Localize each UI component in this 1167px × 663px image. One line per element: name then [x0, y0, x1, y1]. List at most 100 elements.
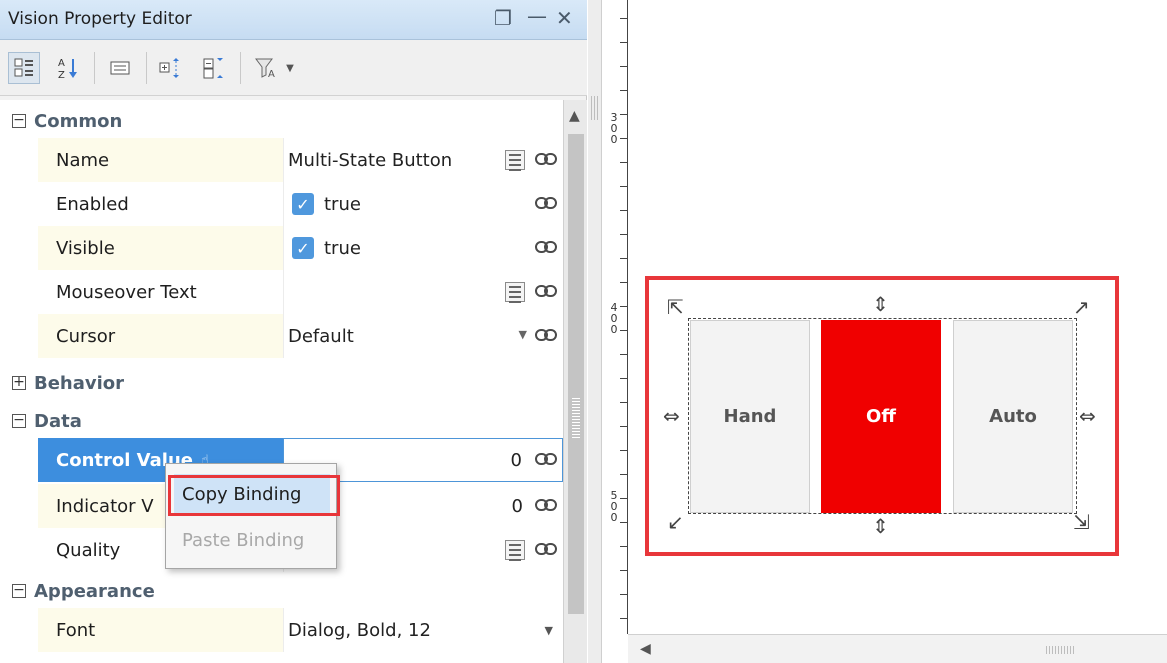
ruler-tick: [620, 210, 628, 211]
expand-all-button[interactable]: [154, 52, 186, 84]
binding-link-icon[interactable]: [535, 541, 557, 561]
resize-w-icon[interactable]: ⇔: [663, 406, 680, 426]
property-row-enabled[interactable]: Enabled ✓ true: [0, 182, 563, 226]
category-behavior[interactable]: + Behavior: [0, 364, 563, 402]
ruler-tick: [620, 258, 628, 259]
ruler-tick: [620, 450, 628, 451]
resize-nw-icon[interactable]: ⇱: [667, 297, 684, 317]
ruler-tick: [620, 522, 628, 523]
edit-text-icon[interactable]: [505, 150, 525, 171]
copy-binding-menu-item[interactable]: Copy Binding: [174, 474, 330, 514]
filter-icon: A: [255, 58, 275, 79]
collapse-icon[interactable]: −: [12, 113, 26, 128]
resize-s-icon[interactable]: ⇕: [872, 516, 889, 536]
category-data[interactable]: − Data: [0, 402, 563, 440]
scroll-left-icon[interactable]: ◀: [640, 641, 651, 657]
ruler-tick: [620, 330, 628, 331]
category-common[interactable]: − Common: [0, 102, 563, 140]
edit-text-icon[interactable]: [505, 540, 525, 561]
checkbox-checked-icon[interactable]: ✓: [292, 193, 314, 215]
splitter-grip[interactable]: [591, 96, 599, 120]
category-appearance[interactable]: − Appearance: [0, 572, 563, 610]
chevron-down-icon: ▼: [286, 62, 294, 74]
resize-e-icon[interactable]: ⇔: [1079, 406, 1096, 426]
binding-context-menu: Copy Binding Paste Binding: [165, 463, 337, 569]
chevron-down-icon[interactable]: ▼: [545, 624, 553, 637]
ruler-tick: [620, 234, 628, 235]
binding-link-icon[interactable]: [535, 497, 557, 517]
ruler-tick: [620, 90, 628, 91]
svg-text:A: A: [268, 69, 275, 79]
collapse-all-icon: [203, 58, 223, 79]
ruler-tick: [620, 18, 628, 19]
property-label: Name: [38, 138, 283, 182]
resize-sw-icon[interactable]: ↙: [667, 512, 684, 532]
svg-text:A: A: [58, 58, 65, 69]
ruler-tick: [620, 282, 628, 283]
categorized-view-button[interactable]: [8, 52, 40, 84]
property-list-icon: [110, 61, 130, 75]
binding-link-icon[interactable]: [535, 283, 557, 303]
resize-se-icon[interactable]: ⇲: [1073, 512, 1090, 532]
chevron-down-icon[interactable]: ▼: [519, 328, 527, 341]
scrollbar-thumb[interactable]: [568, 134, 584, 614]
ruler-tick: [620, 42, 628, 43]
vertical-ruler: 3 0 0 4 0 0 5 0 0: [602, 0, 628, 634]
font-select[interactable]: Dialog, Bold, 12: [283, 608, 563, 652]
collapse-icon[interactable]: −: [12, 413, 26, 428]
collapse-icon[interactable]: −: [12, 583, 26, 598]
ruler-tick: [620, 306, 628, 307]
minimize-icon[interactable]: —: [527, 4, 547, 28]
canvas-horizontal-scrollbar[interactable]: ◀: [628, 634, 1167, 663]
toolbar-separator: [240, 52, 241, 84]
property-row-cursor[interactable]: Cursor Default ▼: [0, 314, 563, 358]
ruler-tick: [620, 546, 628, 547]
close-icon[interactable]: ✕: [556, 6, 573, 30]
restore-icon[interactable]: ❐: [494, 6, 512, 30]
scrollbar-grip[interactable]: [1046, 646, 1076, 654]
property-value[interactable]: ✓ true: [283, 182, 563, 226]
property-row-font[interactable]: Font Dialog, Bold, 12 ▼: [0, 608, 563, 652]
ruler-tick: [620, 570, 628, 571]
binding-link-icon[interactable]: [535, 327, 557, 347]
property-row-visible[interactable]: Visible ✓ true: [0, 226, 563, 270]
scroll-up-icon[interactable]: ▲: [569, 108, 580, 124]
filter-dropdown-button[interactable]: A ▼: [248, 52, 300, 84]
properties-view-button[interactable]: [104, 52, 136, 84]
expand-icon[interactable]: +: [12, 375, 26, 390]
binding-link-icon[interactable]: [535, 239, 557, 259]
checkbox-checked-icon[interactable]: ✓: [292, 237, 314, 259]
toolbar-separator: [94, 52, 95, 84]
alphabetical-sort-button[interactable]: AZ: [52, 52, 84, 84]
ruler-tick: [620, 402, 628, 403]
ruler-tick: [620, 378, 628, 379]
state-button-off[interactable]: Off: [821, 320, 941, 513]
state-button-auto[interactable]: Auto: [953, 320, 1073, 513]
property-row-mouseover-text[interactable]: Mouseover Text: [0, 270, 563, 314]
property-label: Enabled: [56, 193, 129, 215]
ruler-label: 5 0 0: [610, 489, 618, 524]
state-button-hand[interactable]: Hand: [690, 320, 810, 513]
property-label: Visible: [38, 226, 283, 270]
panel-title: Vision Property Editor: [8, 9, 192, 29]
ruler-tick: [620, 162, 628, 163]
resize-n-icon[interactable]: ⇕: [872, 294, 889, 314]
property-row-name[interactable]: Name Multi-State Button: [0, 138, 563, 182]
property-toolbar: AZ A ▼: [0, 40, 587, 96]
binding-link-icon[interactable]: [535, 151, 557, 171]
ruler-tick: [620, 498, 628, 499]
collapse-all-button[interactable]: [198, 52, 230, 84]
property-grid-scrollbar[interactable]: ▲: [563, 100, 587, 663]
panel-splitter[interactable]: [588, 0, 602, 663]
panel-titlebar[interactable]: Vision Property Editor ❐ — ✕: [0, 0, 587, 40]
categorized-icon: [14, 58, 33, 77]
binding-link-icon[interactable]: [535, 451, 557, 471]
property-value[interactable]: ✓ true: [283, 226, 563, 270]
property-label: Mouseover Text: [56, 281, 197, 303]
edit-text-icon[interactable]: [505, 282, 525, 303]
ruler-tick: [620, 426, 628, 427]
binding-link-icon[interactable]: [535, 195, 557, 215]
paste-binding-menu-item: Paste Binding: [182, 529, 305, 551]
sort-az-icon: AZ: [58, 58, 77, 80]
resize-ne-icon[interactable]: ↗: [1073, 297, 1090, 317]
